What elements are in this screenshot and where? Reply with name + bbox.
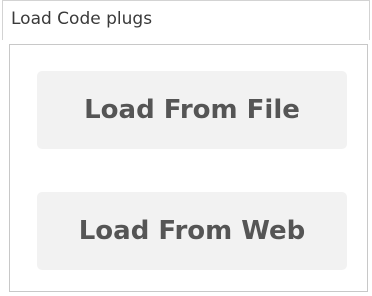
load-from-file-button[interactable]: Load From File: [37, 71, 347, 149]
load-from-web-button[interactable]: Load From Web: [37, 192, 347, 270]
panel-title: Load Code plugs: [11, 9, 153, 29]
